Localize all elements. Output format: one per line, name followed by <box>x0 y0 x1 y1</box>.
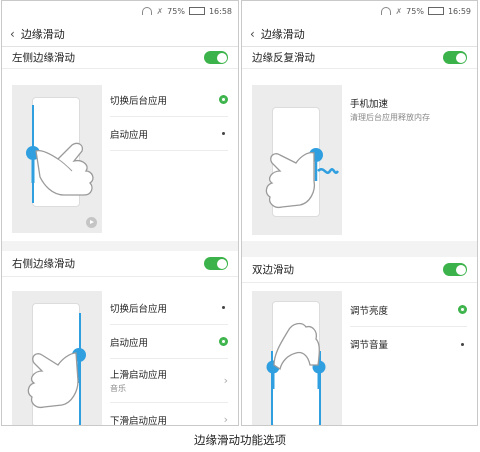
back-arrow-icon[interactable]: ‹ <box>10 27 15 41</box>
section-title: 右侧边缘滑动 <box>12 258 75 270</box>
chevron-right-icon: › <box>223 374 228 387</box>
option-label: 调节音量 <box>350 340 389 351</box>
app-header: ‹ 边缘滑动 <box>2 21 238 47</box>
left-edge-options: 切换后台应用 启动应用 <box>110 83 228 151</box>
right-screen: ✗ 75% 16:59 ‹ 边缘滑动 边缘反复滑动 手机加速 清理后台应用释放内… <box>241 0 478 426</box>
option-launch-app[interactable]: 启动应用 <box>110 325 228 359</box>
page-title: 边缘滑动 <box>260 27 305 41</box>
radio-unselected-icon <box>222 132 225 135</box>
option-switch-background-app[interactable]: 切换后台应用 <box>110 291 228 325</box>
radio-selected-icon <box>458 305 467 314</box>
option-label: 手机加速 <box>350 98 389 110</box>
right-edge-swipe-toggle[interactable] <box>204 257 228 270</box>
wifi-icon <box>142 7 153 15</box>
section-header: 右侧边缘滑动 <box>2 251 238 277</box>
option-label: 启动应用 <box>110 129 149 141</box>
signal-icon: ✗ <box>156 6 164 16</box>
option-label: 上滑启动应用 <box>110 370 168 381</box>
figure-caption: 边缘滑动功能选项 <box>194 433 286 447</box>
option-adjust-brightness[interactable]: 调节亮度 <box>350 293 467 327</box>
dual-edge-swipe-toggle[interactable] <box>443 263 467 276</box>
hand-gesture-icon <box>27 313 86 425</box>
option-swipe-up-launch[interactable]: 上滑启动应用 音乐 › <box>110 359 228 403</box>
option-sublabel: 音乐 <box>110 384 126 393</box>
left-screen: ✗ 75% 16:58 ‹ 边缘滑动 左侧边缘滑动 切换后台应用 启动应用 右侧… <box>1 0 239 426</box>
hand-gesture-icon <box>26 105 94 203</box>
radio-unselected-icon <box>461 342 464 346</box>
gesture-illustration <box>12 85 102 233</box>
option-text: 手机加速 清理后台应用释放内存 <box>350 96 430 123</box>
gesture-illustration <box>252 85 342 235</box>
back-arrow-icon[interactable]: ‹ <box>250 27 255 41</box>
clock: 16:58 <box>208 6 232 16</box>
section-header: 左侧边缘滑动 <box>2 47 238 69</box>
battery-icon <box>427 7 444 15</box>
section-title: 左侧边缘滑动 <box>12 52 75 64</box>
app-header: ‹ 边缘滑动 <box>242 21 477 47</box>
hand-gesture-icon <box>265 148 340 209</box>
option-label: 调节亮度 <box>350 305 389 317</box>
status-bar: ✗ 75% 16:58 <box>2 1 238 21</box>
play-icon[interactable] <box>86 217 97 228</box>
signal-icon: ✗ <box>395 6 403 16</box>
page-title: 边缘滑动 <box>20 27 65 41</box>
screenshot-stage: ✗ 75% 16:58 ‹ 边缘滑动 左侧边缘滑动 切换后台应用 启动应用 右侧… <box>0 0 480 452</box>
battery-percent: 75% <box>406 6 424 16</box>
option-label: 启动应用 <box>110 337 149 349</box>
dual-edge-options: 调节亮度 调节音量 <box>350 293 467 361</box>
radio-unselected-icon <box>222 306 225 309</box>
left-edge-swipe-section: 左侧边缘滑动 切换后台应用 启动应用 <box>2 47 238 241</box>
gesture-illustration <box>252 291 342 425</box>
edge-repeat-options: 手机加速 清理后台应用释放内存 <box>350 87 467 131</box>
option-adjust-volume[interactable]: 调节音量 <box>350 327 467 361</box>
status-bar: ✗ 75% 16:59 <box>242 1 477 21</box>
wifi-icon <box>381 7 392 15</box>
section-header: 边缘反复滑动 <box>242 47 477 69</box>
option-label: 切换后台应用 <box>110 95 168 107</box>
option-phone-speedup[interactable]: 手机加速 清理后台应用释放内存 <box>350 87 467 131</box>
radio-selected-icon <box>219 337 228 346</box>
edge-repeat-swipe-toggle[interactable] <box>443 51 467 64</box>
left-edge-swipe-toggle[interactable] <box>204 51 228 64</box>
chevron-right-icon: › <box>223 413 228 426</box>
gesture-illustration <box>12 291 102 425</box>
battery-icon <box>188 7 205 15</box>
option-text: 上滑启动应用 音乐 <box>110 367 167 394</box>
option-label: 切换后台应用 <box>110 303 168 315</box>
option-switch-background-app[interactable]: 切换后台应用 <box>110 83 228 117</box>
section-header: 双边滑动 <box>242 257 477 283</box>
clock: 16:59 <box>447 6 471 16</box>
right-edge-swipe-section: 右侧边缘滑动 切换后台应用 启动应用 上滑启动应用 音乐 › 下滑启动应用 › <box>2 251 238 426</box>
hand-gesture-icon <box>266 322 326 425</box>
section-title: 边缘反复滑动 <box>252 52 315 64</box>
dual-edge-swipe-section: 双边滑动 调节亮度 调节音量 <box>242 257 477 425</box>
option-sublabel: 清理后台应用释放内存 <box>350 112 430 122</box>
right-edge-options: 切换后台应用 启动应用 上滑启动应用 音乐 › 下滑启动应用 › <box>110 291 228 426</box>
radio-selected-icon <box>219 95 228 104</box>
battery-percent: 75% <box>167 6 185 16</box>
option-swipe-down-launch[interactable]: 下滑启动应用 › <box>110 403 228 426</box>
option-launch-app[interactable]: 启动应用 <box>110 117 228 151</box>
option-label: 下滑启动应用 <box>110 415 168 426</box>
edge-repeat-swipe-section: 边缘反复滑动 手机加速 清理后台应用释放内存 <box>242 47 477 241</box>
section-title: 双边滑动 <box>252 264 294 276</box>
